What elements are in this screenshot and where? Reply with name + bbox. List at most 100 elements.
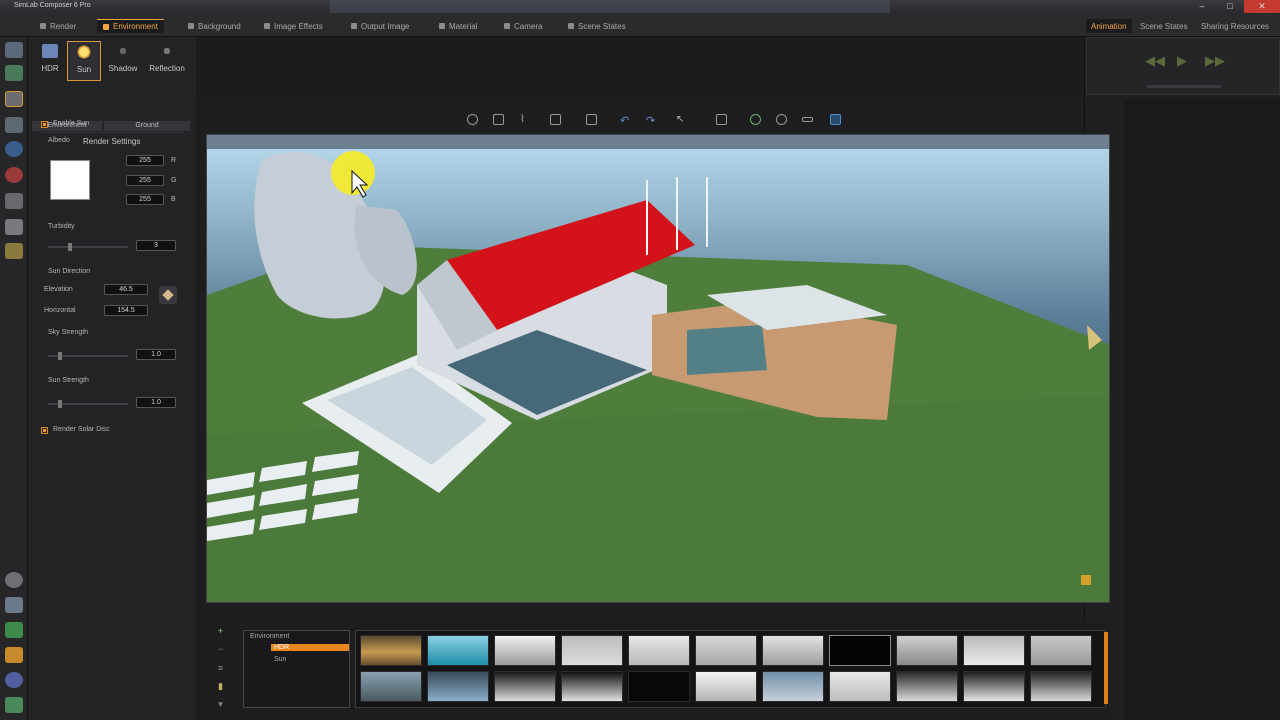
albedo-g-input[interactable]: 255: [126, 175, 164, 186]
options-icon[interactable]: ▾: [216, 700, 225, 709]
sun-button[interactable]: Sun: [67, 41, 101, 81]
gallery-scrollbar[interactable]: [1104, 632, 1108, 704]
document-tool-icon[interactable]: [5, 117, 23, 133]
hdr-thumbnail[interactable]: [360, 671, 422, 702]
list-icon[interactable]: ≡: [216, 664, 225, 673]
reflection-button[interactable]: Reflection: [146, 41, 188, 81]
albedo-r-input[interactable]: 255: [126, 155, 164, 166]
tab-right-scene-states[interactable]: Scene States: [1140, 19, 1188, 33]
sun-strength-input[interactable]: 1.0: [136, 397, 176, 408]
close-icon[interactable]: ✕: [1244, 0, 1280, 13]
elevation-input[interactable]: 46.5: [104, 284, 148, 295]
albedo-b-input[interactable]: 255: [126, 194, 164, 205]
sky-strength-input[interactable]: 1.0: [136, 349, 176, 360]
lamp-icon[interactable]: ▮: [216, 682, 225, 691]
tab-material[interactable]: Material: [439, 19, 477, 33]
zoom-icon[interactable]: [776, 114, 787, 125]
albedo-color-swatch[interactable]: [50, 160, 90, 200]
hdr-thumbnail[interactable]: [695, 671, 757, 702]
environment-tool-icon[interactable]: [5, 91, 23, 107]
hdr-thumbnail[interactable]: [427, 635, 489, 666]
hdr-thumbnail[interactable]: [762, 671, 824, 702]
pointer-icon[interactable]: ↖: [676, 114, 687, 125]
help-icon[interactable]: [5, 672, 23, 688]
tab-output-image[interactable]: Output Image: [351, 19, 409, 33]
sky-strength-knob[interactable]: [58, 352, 62, 360]
hdr-thumbnail[interactable]: [1030, 671, 1092, 702]
sun-strength-slider[interactable]: [48, 400, 128, 408]
hdr-thumbnail[interactable]: [829, 635, 891, 666]
fit-view-icon[interactable]: [750, 114, 761, 125]
hdr-thumbnail[interactable]: [427, 671, 489, 702]
hdr-thumbnail[interactable]: [695, 635, 757, 666]
select-box-icon[interactable]: [493, 114, 504, 125]
hdr-thumbnail[interactable]: [963, 635, 1025, 666]
subtab-ground[interactable]: Ground: [104, 121, 190, 131]
tab-image-effects[interactable]: Image Effects: [264, 19, 323, 33]
render-solar-disc-checkbox[interactable]: [41, 427, 48, 434]
tab-environment[interactable]: Environment: [97, 19, 164, 33]
tag-icon[interactable]: [5, 193, 23, 209]
scene-tool-icon[interactable]: [5, 65, 23, 81]
pan-icon[interactable]: [802, 117, 813, 122]
fast-forward-icon[interactable]: ▶▶: [1205, 53, 1225, 69]
tab-camera[interactable]: Camera: [504, 19, 542, 33]
tab-render[interactable]: Render: [40, 19, 76, 33]
settings-gear-icon[interactable]: [5, 572, 23, 588]
shadow-button[interactable]: Shadow: [106, 41, 140, 81]
film-icon[interactable]: [5, 597, 23, 613]
tab-scene-states[interactable]: Scene States: [568, 19, 626, 33]
measure-icon[interactable]: ⌇: [520, 114, 531, 125]
key-icon[interactable]: [5, 647, 23, 663]
horizontal-input[interactable]: 154.5: [104, 305, 148, 316]
3d-viewport[interactable]: [206, 134, 1110, 603]
sun-strength-knob[interactable]: [58, 400, 62, 408]
turbidity-slider[interactable]: [48, 243, 128, 251]
hdr-thumbnail[interactable]: [494, 671, 556, 702]
monitor-icon[interactable]: [5, 622, 23, 638]
render-view-icon[interactable]: [830, 114, 841, 125]
hdr-thumbnail[interactable]: [561, 671, 623, 702]
snap-icon[interactable]: [716, 114, 727, 125]
tab-sharing-resources[interactable]: Sharing Resources: [1201, 19, 1269, 33]
rewind-icon[interactable]: ◀◀: [1145, 53, 1165, 69]
hdr-thumbnail[interactable]: [561, 635, 623, 666]
hdr-thumbnail[interactable]: [896, 635, 958, 666]
tab-background[interactable]: Background: [188, 19, 241, 33]
play-icon[interactable]: ▶: [1177, 53, 1187, 69]
tab-animation[interactable]: Animation: [1086, 19, 1132, 33]
enable-sun-checkbox[interactable]: [41, 121, 48, 128]
tree-node-environment[interactable]: Environment: [250, 633, 289, 640]
hdr-thumbnail[interactable]: [762, 635, 824, 666]
turbidity-knob[interactable]: [68, 243, 72, 251]
bottom-tool-icon[interactable]: [5, 697, 23, 713]
script-icon[interactable]: [5, 243, 23, 259]
hdr-thumbnail[interactable]: [628, 635, 690, 666]
tree-node-hdr[interactable]: HDR: [271, 644, 349, 651]
sky-strength-slider[interactable]: [48, 352, 128, 360]
globe-icon[interactable]: [5, 141, 23, 157]
transform-icon[interactable]: [586, 114, 597, 125]
hdr-thumbnail[interactable]: [628, 671, 690, 702]
remove-icon[interactable]: −: [216, 645, 225, 654]
hdr-thumbnail[interactable]: [963, 671, 1025, 702]
maximize-icon[interactable]: □: [1216, 0, 1244, 13]
search-tool-icon[interactable]: [5, 42, 23, 58]
camera-view-icon[interactable]: [550, 114, 561, 125]
add-icon[interactable]: +: [216, 627, 225, 636]
sun-direction-picker[interactable]: [159, 286, 177, 304]
material-ball-icon[interactable]: [5, 167, 23, 183]
turbidity-input[interactable]: 3: [136, 240, 176, 251]
hdr-thumbnail[interactable]: [1030, 635, 1092, 666]
hdr-thumbnail[interactable]: [896, 671, 958, 702]
image-icon[interactable]: [5, 219, 23, 235]
undo-icon[interactable]: ↶: [620, 114, 631, 127]
hdr-thumbnail[interactable]: [360, 635, 422, 666]
hdr-thumbnail[interactable]: [829, 671, 891, 702]
animation-timeline[interactable]: [1147, 85, 1221, 88]
minimize-icon[interactable]: –: [1188, 0, 1216, 13]
hdr-button[interactable]: HDR: [35, 41, 65, 81]
orbit-icon[interactable]: [467, 114, 478, 125]
redo-icon[interactable]: ↷: [646, 114, 657, 127]
hdr-thumbnail[interactable]: [494, 635, 556, 666]
